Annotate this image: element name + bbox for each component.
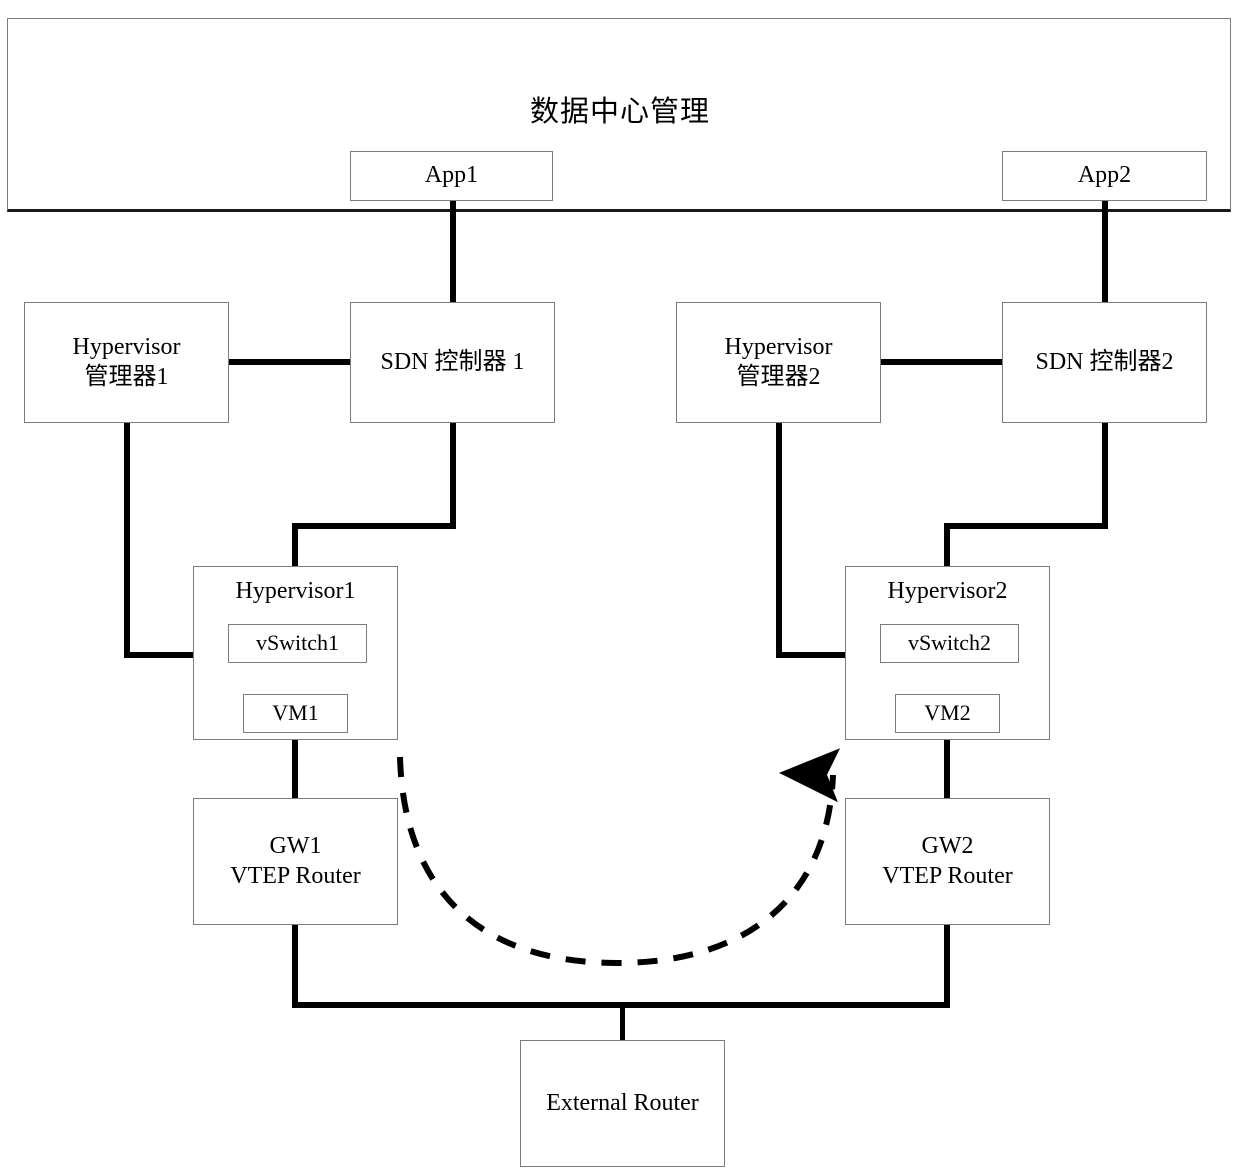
- hypervisor-manager-2-line2: 管理器2: [736, 363, 821, 390]
- data-center-management-title: 数据中心管理: [529, 96, 710, 128]
- hypervisor-2-label: Hypervisor2: [887, 578, 1008, 604]
- link-gw-2-to-bottom-bus: [944, 923, 950, 1008]
- vswitch-1-box[interactable]: vSwitch1: [228, 624, 367, 663]
- link-sdn-controller-2-drop: [1102, 422, 1108, 527]
- hypervisor-manager-1-line1: Hypervisor: [72, 334, 181, 361]
- gw-1-line2: VTEP Router: [230, 862, 361, 889]
- gw-2-line1: GW2: [921, 833, 974, 860]
- link-vm-1-to-gw-1: [292, 731, 298, 799]
- external-router-box[interactable]: External Router: [520, 1040, 725, 1167]
- vxlan-tunnel-dashed-arrow: [397, 748, 841, 967]
- sdn-controller-1-label: SDN 控制器 1: [380, 348, 525, 375]
- app1-label: App1: [424, 162, 479, 189]
- gw-2-line2: VTEP Router: [882, 862, 1013, 889]
- sdn-controller-2-box[interactable]: SDN 控制器2: [1002, 302, 1207, 423]
- link-hypervisor-manager-2-to-hypervisor-2: [776, 652, 848, 658]
- link-hypervisor-manager-1-drop: [124, 422, 130, 656]
- link-bottom-bus-to-external-router: [620, 1002, 625, 1042]
- gw-1-vtep-router-box[interactable]: GW1 VTEP Router: [193, 798, 398, 925]
- hypervisor-1-label: Hypervisor1: [235, 578, 356, 604]
- link-sdn-controller-1-to-hypervisor-1-drop: [292, 523, 298, 568]
- sdn-controller-2-label: SDN 控制器2: [1035, 348, 1174, 375]
- app2-box[interactable]: App2: [1002, 151, 1207, 201]
- vm-1-box[interactable]: VM1: [243, 694, 348, 733]
- sdn-controller-1-box[interactable]: SDN 控制器 1: [350, 302, 555, 423]
- hypervisor-manager-1-label: Hypervisor 管理器1: [25, 333, 228, 392]
- hypervisor-manager-2-label: Hypervisor 管理器2: [677, 333, 880, 392]
- link-hypervisor-manager-2-to-sdn-controller-2: [881, 359, 1004, 365]
- gw-2-label: GW2 VTEP Router: [846, 832, 1049, 891]
- link-sdn-controller-2-to-hypervisor-2-drop: [944, 523, 950, 568]
- link-hypervisor-manager-2-drop: [776, 422, 782, 656]
- vm-2-box[interactable]: VM2: [895, 694, 1000, 733]
- link-hypervisor-manager-1-to-hypervisor-1: [124, 652, 196, 658]
- hypervisor-manager-1-line2: 管理器1: [84, 363, 169, 390]
- link-app2-to-sdn-controller-2: [1102, 198, 1108, 304]
- vm-2-label: VM2: [924, 700, 971, 726]
- link-app1-to-sdn-controller-1: [450, 198, 456, 304]
- link-gw-1-to-bottom-bus: [292, 923, 298, 1008]
- hypervisor-manager-1-box[interactable]: Hypervisor 管理器1: [24, 302, 229, 423]
- external-router-label: External Router: [546, 1089, 699, 1116]
- link-hypervisor-manager-1-to-sdn-controller-1: [229, 359, 352, 365]
- link-sdn-controller-1-drop: [450, 422, 456, 527]
- vswitch-2-box[interactable]: vSwitch2: [880, 624, 1019, 663]
- link-sdn-controller-2-to-hypervisor-2-horizontal: [944, 523, 1108, 529]
- link-sdn-controller-1-to-hypervisor-1-horizontal: [292, 523, 456, 529]
- link-vm-2-to-gw-2: [944, 731, 950, 799]
- vswitch-2-label: vSwitch2: [907, 630, 992, 656]
- diagram-canvas: 数据中心管理 App1 App2 Hypervisor 管理器1 SDN 控制器…: [0, 0, 1240, 1171]
- app2-label: App2: [1077, 162, 1132, 189]
- vswitch-1-label: vSwitch1: [255, 630, 340, 656]
- gw-2-vtep-router-box[interactable]: GW2 VTEP Router: [845, 798, 1050, 925]
- gw-1-label: GW1 VTEP Router: [194, 832, 397, 891]
- hypervisor-manager-2-line1: Hypervisor: [724, 334, 833, 361]
- hypervisor-manager-2-box[interactable]: Hypervisor 管理器2: [676, 302, 881, 423]
- vm-1-label: VM1: [272, 700, 319, 726]
- gw-1-line1: GW1: [269, 833, 322, 860]
- app1-box[interactable]: App1: [350, 151, 553, 201]
